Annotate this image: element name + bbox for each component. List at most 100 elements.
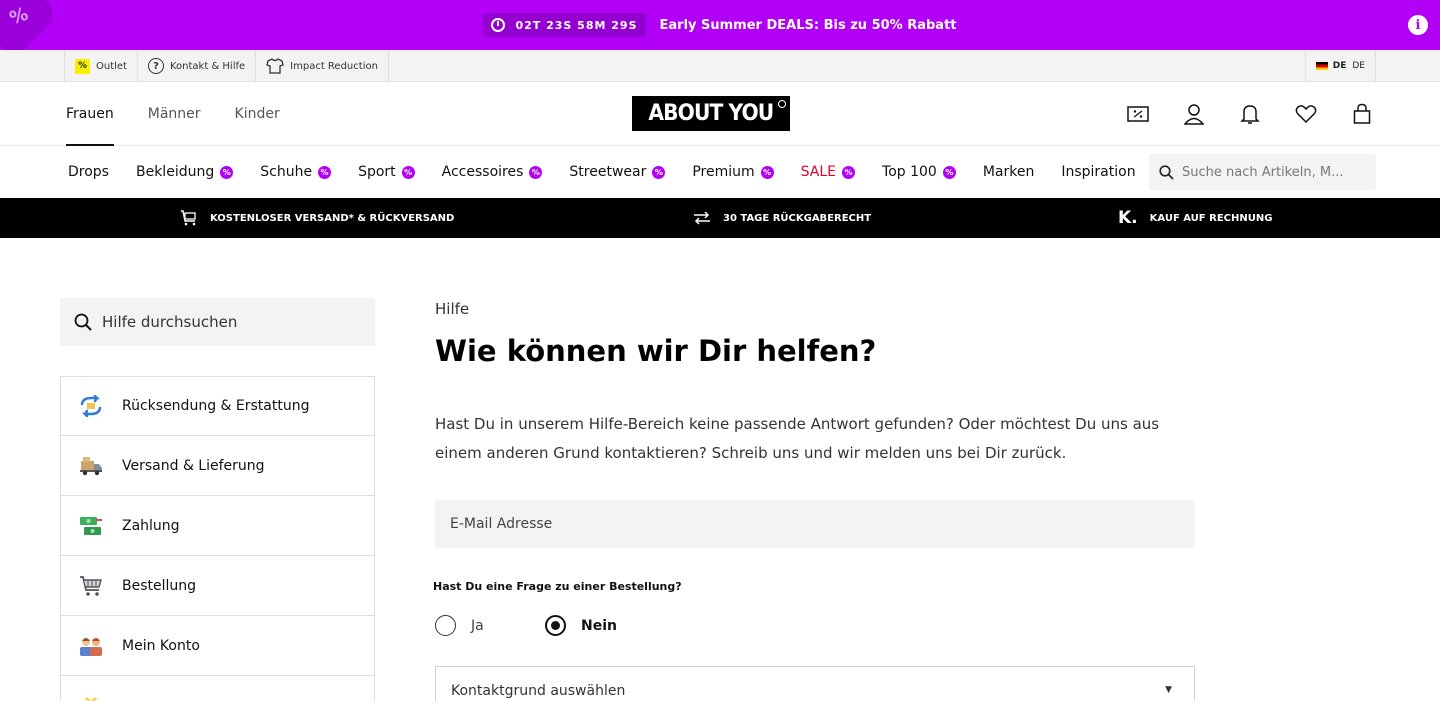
benefit-return-policy: 30 TAGE RÜCKGABERECHT	[693, 198, 871, 238]
cart-icon	[181, 210, 196, 226]
account-button[interactable]	[1182, 102, 1206, 126]
category-streetwear[interactable]: Streetwear%	[569, 164, 666, 180]
help-search-input[interactable]: Hilfe durchsuchen	[60, 298, 375, 346]
logo-degree-icon	[778, 100, 786, 108]
promo-corner-percent-icon: %	[0, 0, 52, 50]
radio-ja-circle[interactable]	[435, 615, 456, 636]
utility-outlet-label: Outlet	[96, 60, 127, 72]
contact-reason-placeholder: Kontaktgrund auswählen	[451, 683, 626, 699]
wishlist-button[interactable]	[1294, 102, 1318, 126]
help-topic-order-label: Bestellung	[122, 577, 197, 594]
discount-badge-icon: %	[401, 165, 415, 179]
help-topic-returns-label: Rücksendung & Erstattung	[122, 398, 310, 414]
country-code: DE	[1332, 61, 1347, 71]
category-marken[interactable]: Marken	[983, 164, 1035, 180]
page-title: Wie können wir Dir helfen?	[435, 334, 877, 368]
delivery-truck-icon	[79, 454, 103, 478]
promo-text[interactable]: Early Summer DEALS: Bis zu 50% Rabatt	[660, 18, 957, 33]
help-topic-account[interactable]: Mein Konto	[60, 616, 375, 676]
question-circle-icon: ?	[147, 58, 164, 74]
help-topic-payment[interactable]: Zahlung	[60, 496, 375, 556]
logo-text: ABOUT YOU	[648, 101, 775, 126]
product-search-input[interactable]: Suche nach Artikeln, M...	[1149, 154, 1376, 190]
main-header: Frauen Männer Kinder ABOUT YOU	[0, 82, 1440, 146]
radio-nein-circle[interactable]	[545, 615, 566, 636]
radio-nein-label: Nein	[581, 617, 617, 634]
category-accessoires[interactable]: Accessoires%	[442, 164, 543, 180]
benefit-invoice: K. KAUF AUF RECHNUNG	[1118, 198, 1272, 238]
help-topic-order[interactable]: Bestellung	[60, 556, 375, 616]
tab-maenner[interactable]: Männer	[148, 82, 201, 146]
user-icon	[1184, 104, 1204, 125]
search-icon	[74, 313, 92, 331]
tshirt-icon	[266, 58, 284, 74]
people-icon	[79, 634, 103, 658]
heart-icon	[1295, 105, 1317, 124]
product-search-placeholder: Suche nach Artikeln, M...	[1182, 164, 1344, 180]
about-you-logo[interactable]: ABOUT YOU	[632, 96, 790, 131]
benefit-invoice-label: KAUF AUF RECHNUNG	[1149, 212, 1273, 224]
radio-nein[interactable]: Nein	[545, 615, 617, 636]
intro-text: Hast Du in unserem Hilfe-Bereich keine p…	[435, 415, 1160, 462]
language-code: DE	[1352, 61, 1365, 71]
utility-contact-label: Kontakt & Hilfe	[169, 60, 246, 72]
category-inspiration[interactable]: Inspiration	[1061, 164, 1135, 180]
category-bekleidung[interactable]: Bekleidung%	[136, 164, 234, 180]
exchange-arrows-icon	[694, 211, 710, 225]
voucher-button[interactable]	[1126, 102, 1150, 126]
discount-badge-icon: %	[529, 165, 543, 179]
language-selector[interactable]: DE DE	[1304, 50, 1376, 82]
utility-outlet-link[interactable]: % Outlet	[64, 50, 137, 82]
benefits-bar: KOSTENLOSER VERSAND* & RÜCKVERSAND 30 TA…	[0, 198, 1440, 238]
help-search-placeholder: Hilfe durchsuchen	[102, 313, 238, 331]
search-icon	[1159, 164, 1174, 180]
gift-icon	[79, 694, 103, 701]
tab-frauen[interactable]: Frauen	[66, 82, 114, 146]
gender-tabs: Frauen Männer Kinder	[66, 82, 314, 146]
radio-ja-label: Ja	[471, 617, 484, 634]
help-topic-shipping-label: Versand & Lieferung	[122, 457, 265, 474]
utility-bar: % Outlet ? Kontakt & Hilfe Impact Reduct…	[0, 50, 1440, 82]
discount-badge-icon: %	[842, 165, 856, 179]
info-icon[interactable]: i	[1408, 15, 1428, 35]
voucher-icon	[1127, 106, 1149, 122]
percent-tag-icon: %	[75, 58, 90, 74]
utility-impact-label: Impact Reduction	[290, 60, 378, 72]
benefit-free-shipping: KOSTENLOSER VERSAND* & RÜCKVERSAND	[180, 198, 454, 238]
discount-badge-icon: %	[652, 165, 666, 179]
help-topic-payment-label: Zahlung	[122, 517, 180, 534]
utility-impact-link[interactable]: Impact Reduction	[255, 50, 389, 82]
bell-icon	[1240, 105, 1260, 124]
clock-icon	[491, 18, 506, 32]
shopping-bag-icon	[1353, 103, 1371, 124]
help-topic-returns[interactable]: Rücksendung & Erstattung	[60, 376, 375, 436]
contact-reason-select[interactable]: Kontaktgrund auswählen ▼	[435, 666, 1195, 701]
category-top-100[interactable]: Top 100%	[882, 164, 956, 180]
category-sale[interactable]: SALE%	[801, 164, 856, 180]
help-topic-more[interactable]	[60, 676, 375, 701]
notifications-button[interactable]	[1238, 102, 1262, 126]
basket-button[interactable]	[1350, 102, 1374, 126]
promo-bar[interactable]: % 02T 23S 58M 29S Early Summer DEALS: Bi…	[0, 0, 1440, 50]
category-drops[interactable]: Drops	[68, 164, 109, 180]
utility-contact-link[interactable]: ? Kontakt & Hilfe	[136, 50, 255, 82]
tab-kinder[interactable]: Kinder	[235, 82, 280, 146]
help-topics-list: Rücksendung & Erstattung Versand & Liefe…	[60, 376, 375, 701]
help-topic-shipping[interactable]: Versand & Lieferung	[60, 436, 375, 496]
return-arrows-icon	[79, 394, 103, 418]
klarna-k-icon: K.	[1118, 208, 1138, 228]
shopping-cart-icon	[79, 574, 103, 598]
discount-badge-icon: %	[942, 165, 956, 179]
discount-badge-icon: %	[760, 165, 774, 179]
money-icon	[79, 514, 103, 538]
category-sport[interactable]: Sport%	[358, 164, 415, 180]
category-schuhe[interactable]: Schuhe%	[260, 164, 332, 180]
radio-ja[interactable]: Ja	[435, 615, 484, 636]
breadcrumb[interactable]: Hilfe	[435, 300, 469, 318]
chevron-down-icon: ▼	[1165, 685, 1172, 695]
email-field[interactable]	[435, 500, 1195, 548]
category-nav: Drops Bekleidung% Schuhe% Sport% Accesso…	[0, 146, 1440, 198]
category-premium[interactable]: Premium%	[692, 164, 774, 180]
benefit-free-shipping-label: KOSTENLOSER VERSAND* & RÜCKVERSAND	[210, 212, 455, 224]
discount-badge-icon: %	[220, 165, 234, 179]
